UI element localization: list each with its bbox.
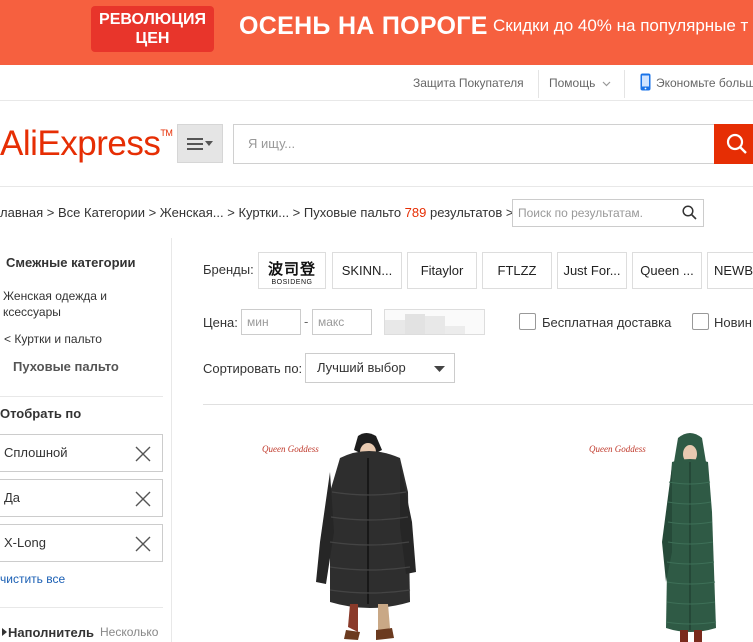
breadcrumb-path[interactable]: лавная > Все Категории > Женская... > Ку… xyxy=(0,205,405,220)
related-categories-heading: Смежные категории xyxy=(6,255,136,270)
free-shipping-label[interactable]: Бесплатная доставка xyxy=(542,315,671,330)
brand-option[interactable]: SKINN... xyxy=(332,252,402,289)
filter-tag-label: Да xyxy=(4,490,21,505)
menu-icon xyxy=(187,137,203,150)
chevron-down-icon xyxy=(602,81,611,87)
sidebar-item-jackets[interactable]: < Куртки и пальто xyxy=(4,332,102,346)
close-icon[interactable] xyxy=(135,491,151,507)
help-menu[interactable]: Помощь xyxy=(549,76,611,90)
promo-subtitle: Скидки до 40% на популярные т xyxy=(493,16,749,35)
new-items-label[interactable]: Новин xyxy=(714,315,752,330)
brand-bosideng[interactable]: 波司登 BOSIDENG xyxy=(258,252,326,289)
divider xyxy=(0,186,753,187)
divider xyxy=(0,607,163,608)
promo-badge-line2: ЦЕН xyxy=(135,30,170,47)
search-input[interactable]: Я ищу... xyxy=(233,124,715,164)
close-icon[interactable] xyxy=(135,446,151,462)
sidebar-item-women-clothing[interactable]: Женская одежда и ксессуары xyxy=(3,288,107,320)
price-label: Цена: xyxy=(203,315,238,330)
mobile-phone-icon xyxy=(640,73,651,91)
free-shipping-checkbox[interactable] xyxy=(519,313,536,330)
selected-filter-tag[interactable]: Да xyxy=(0,479,163,517)
result-count: 789 xyxy=(404,205,427,220)
price-max-input[interactable]: макс xyxy=(312,309,372,335)
product-image-green-coat[interactable] xyxy=(650,432,730,642)
caret-down-icon xyxy=(434,366,445,372)
clear-all-link[interactable]: чистить все xyxy=(0,572,65,586)
filter-tag-label: Сплошной xyxy=(4,445,68,460)
brand-option[interactable]: Fitaylor xyxy=(407,252,477,289)
search-in-results-input[interactable]: Поиск по результатам. xyxy=(512,199,704,227)
buyer-protection-link[interactable]: Защита Покупателя xyxy=(413,76,524,90)
aliexpress-logo[interactable]: AliExpressTM xyxy=(0,124,173,164)
logo-trademark: TM xyxy=(160,128,173,138)
help-label: Помощь xyxy=(549,76,596,90)
brand-option[interactable]: Queen ... xyxy=(632,252,702,289)
price-separator: - xyxy=(304,314,309,329)
product-brand-mark: Queen Goddess xyxy=(589,444,646,454)
caret-icon xyxy=(2,628,7,636)
sidebar-divider xyxy=(171,238,172,642)
price-min-input[interactable]: мин xyxy=(241,309,301,335)
promo-title: ОСЕНЬ НА ПОРОГЕ xyxy=(239,12,488,40)
promo-badge: РЕВОЛЮЦИЯ ЦЕН xyxy=(91,6,214,52)
brands-label: Бренды: xyxy=(203,262,254,277)
search-button[interactable] xyxy=(714,124,753,164)
promo-badge-line1: РЕВОЛЮЦИЯ xyxy=(99,11,206,28)
brand-option[interactable]: Just For... xyxy=(557,252,627,289)
product-image-black-coat[interactable] xyxy=(300,432,430,642)
sidebar-item-label: Женская одежда и xyxy=(3,289,107,303)
nav-divider xyxy=(624,70,625,98)
logo-text: AliExpress xyxy=(0,124,161,163)
selected-filter-tag[interactable]: X-Long xyxy=(0,524,163,562)
caret-down-icon xyxy=(205,140,213,146)
brand-option[interactable]: NEWBA xyxy=(707,252,753,289)
sidebar-item-label: ксессуары xyxy=(3,305,61,319)
divider xyxy=(203,404,753,405)
search-icon[interactable] xyxy=(682,205,697,220)
filler-filter-heading[interactable]: Наполнитель xyxy=(8,625,94,640)
sort-select[interactable]: Лучший выбор xyxy=(305,353,455,383)
sort-value: Лучший выбор xyxy=(317,360,406,375)
app-promo-link[interactable]: Экономьте больш xyxy=(656,76,753,90)
results-label: результатов > xyxy=(426,205,514,220)
categories-menu-button[interactable] xyxy=(177,124,223,163)
sidebar-item-current: Пуховые пальто xyxy=(13,359,119,374)
filter-tag-label: X-Long xyxy=(4,535,46,550)
breadcrumb[interactable]: лавная > Все Категории > Женская... > Ку… xyxy=(0,205,513,220)
search-icon xyxy=(726,133,747,154)
new-items-checkbox[interactable] xyxy=(692,313,709,330)
brand-logo-en: BOSIDENG xyxy=(271,279,313,286)
nav-divider xyxy=(538,70,539,98)
sort-label: Сортировать по: xyxy=(203,361,303,376)
divider xyxy=(0,396,163,397)
selected-filters-heading: Отобрать по xyxy=(0,406,82,421)
brand-logo-cn: 波司登 xyxy=(267,261,316,278)
selected-filter-tag[interactable]: Сплошной xyxy=(0,434,163,472)
price-histogram[interactable] xyxy=(384,309,485,335)
brand-option[interactable]: FTLZZ xyxy=(482,252,552,289)
filler-filter-value: Несколько xyxy=(100,625,159,639)
close-icon[interactable] xyxy=(135,536,151,552)
